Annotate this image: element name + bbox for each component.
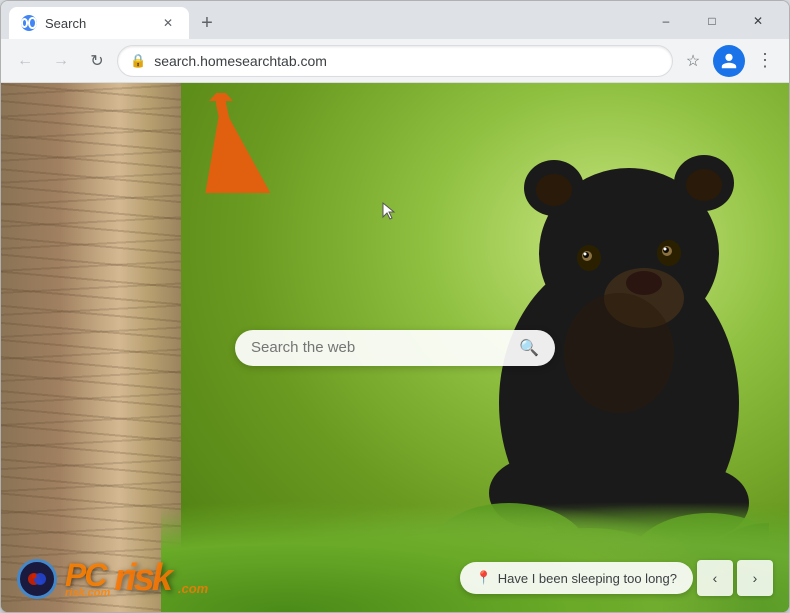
reload-button[interactable]: ↻: [81, 45, 113, 77]
forward-button[interactable]: →: [45, 45, 77, 77]
pcrisk-logo: PC risk.com risk .com: [17, 557, 208, 600]
suggestion-text: Have I been sleeping too long?: [498, 571, 677, 586]
webpage: 🔍 📍 Have I been sleeping too long? ‹ ›: [1, 83, 789, 612]
back-button[interactable]: ←: [9, 45, 41, 77]
pcrisk-icon: [17, 559, 57, 599]
location-icon: 📍: [476, 570, 492, 586]
menu-button[interactable]: ⋮: [749, 45, 781, 77]
window-controls: – □ ✕: [643, 7, 781, 35]
search-bar[interactable]: 🔍: [235, 330, 555, 366]
arrow-annotation: [191, 93, 271, 193]
search-bar-container: 🔍: [235, 330, 555, 366]
minimize-button[interactable]: –: [643, 7, 689, 35]
pcrisk-domain: risk.com: [65, 587, 110, 599]
toolbar: ← → ↻ 🔒 ☆ ⋮: [1, 39, 789, 83]
maximize-button[interactable]: □: [689, 7, 735, 35]
tab-close-button[interactable]: ✕: [159, 14, 177, 32]
browser-window: Search ✕ + – □ ✕ ← → ↻ 🔒 ☆ ⋮: [0, 0, 790, 613]
active-tab[interactable]: Search ✕: [9, 7, 189, 39]
prev-suggestion-button[interactable]: ‹: [697, 560, 733, 596]
pcrisk-text-group: PC risk.com: [65, 559, 110, 599]
next-suggestion-button[interactable]: ›: [737, 560, 773, 596]
tab-favicon: [21, 15, 37, 31]
title-bar: Search ✕ + – □ ✕: [1, 1, 789, 39]
pcrisk-word: risk: [114, 557, 170, 600]
new-tab-button[interactable]: +: [193, 9, 221, 37]
bookmark-button[interactable]: ☆: [677, 45, 709, 77]
close-button[interactable]: ✕: [735, 7, 781, 35]
pcrisk-tld: .com: [178, 581, 208, 596]
bottom-suggestion-bar: 📍 Have I been sleeping too long? ‹ ›: [460, 560, 773, 596]
url-input[interactable]: [154, 53, 660, 69]
profile-button[interactable]: [713, 45, 745, 77]
search-input[interactable]: [251, 339, 511, 356]
address-bar[interactable]: 🔒: [117, 45, 673, 77]
suggestion-pill[interactable]: 📍 Have I been sleeping too long?: [460, 562, 693, 594]
security-icon: 🔒: [130, 53, 146, 69]
tab-title: Search: [45, 16, 151, 31]
search-icon[interactable]: 🔍: [519, 338, 539, 358]
